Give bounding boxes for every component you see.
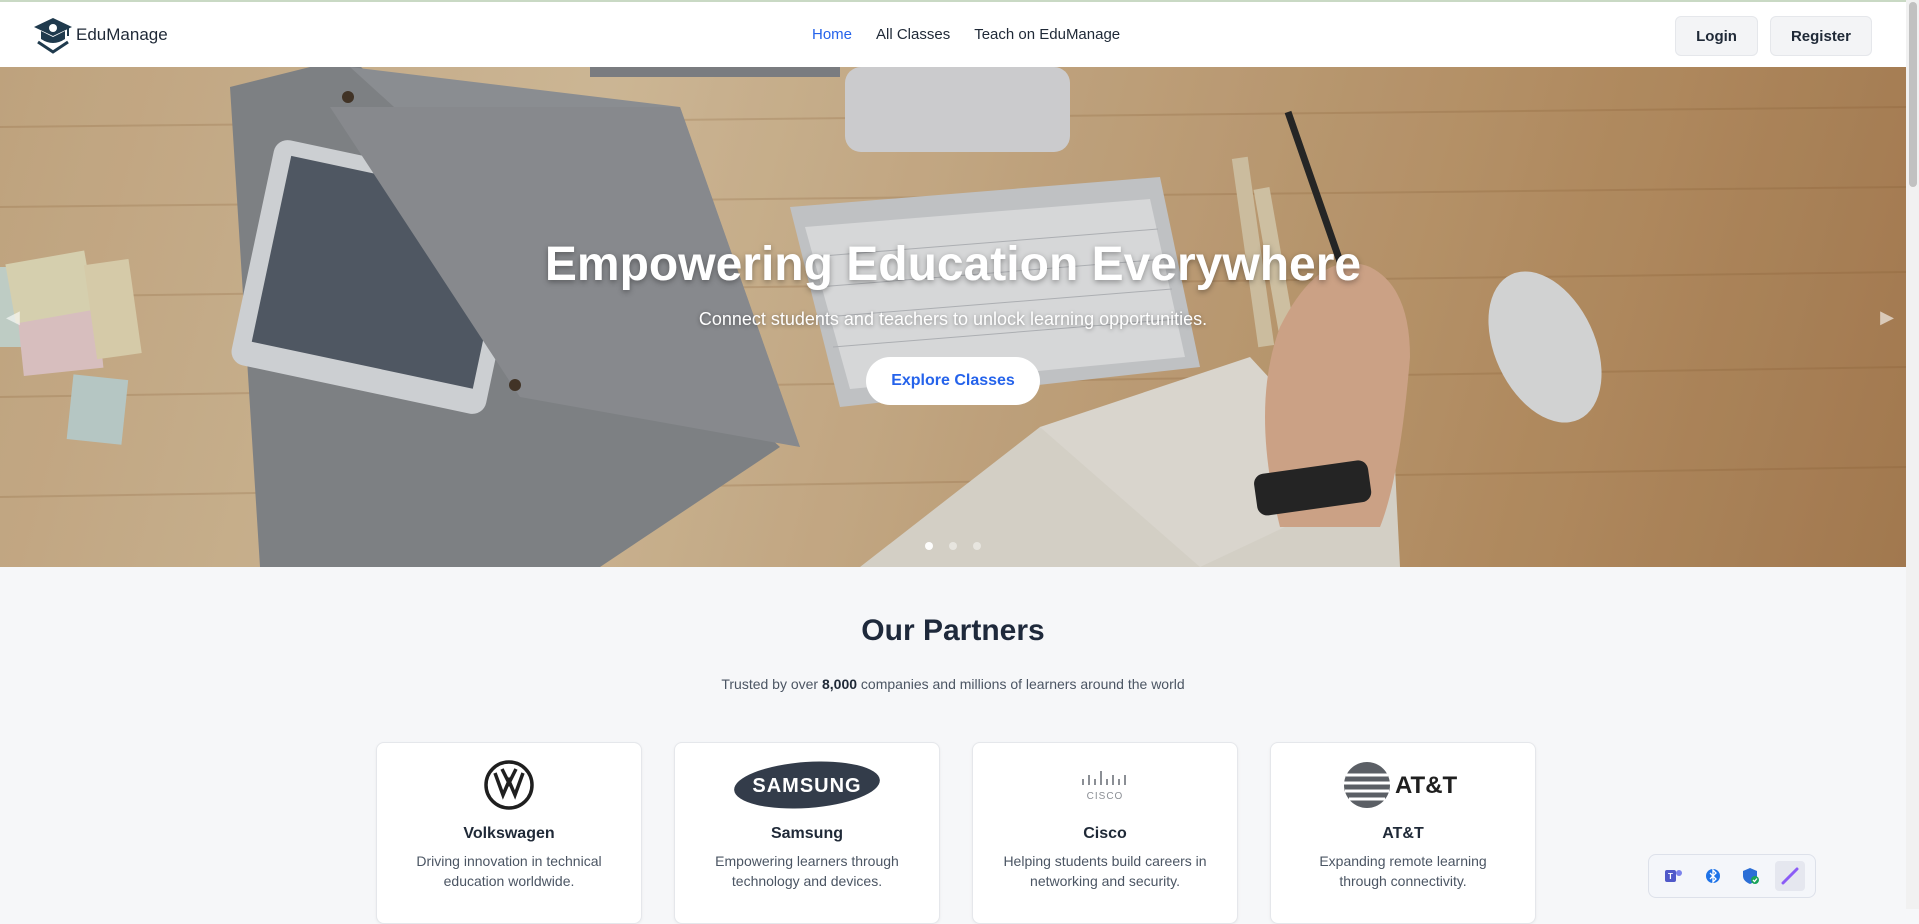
partner-cards: Volkswagen Driving innovation in technic… <box>376 742 1536 924</box>
volkswagen-logo-icon <box>377 757 641 813</box>
svg-text:T: T <box>1668 872 1673 881</box>
explore-classes-button[interactable]: Explore Classes <box>866 357 1040 405</box>
carousel-dots <box>925 542 981 550</box>
brand-name: EduManage <box>76 25 168 44</box>
auth-buttons: Login Register <box>1675 16 1872 56</box>
partners-count: 8,000 <box>821 676 858 692</box>
partners-subtitle-pre: Trusted by over <box>721 676 822 692</box>
partner-desc: Driving innovation in technical educatio… <box>416 853 602 889</box>
cisco-logo-text: CISCO <box>1087 791 1124 802</box>
partner-card-samsung: SAMSUNG Samsung Empowering learners thro… <box>674 742 940 924</box>
carousel-dot-1[interactable] <box>925 542 933 550</box>
partner-name: Samsung <box>770 825 843 842</box>
navbar: EduManage Home All Classes Teach on EduM… <box>0 2 1906 68</box>
pen-icon[interactable] <box>1774 861 1805 891</box>
partner-name: Cisco <box>1083 825 1127 842</box>
nav-home[interactable]: Home <box>812 26 852 43</box>
att-logo-icon: AT&T <box>1271 757 1535 813</box>
graduation-cap-logo-icon <box>34 18 72 54</box>
register-button[interactable]: Register <box>1769 16 1872 56</box>
partners-title: Our Partners <box>861 614 1045 647</box>
nav-all-classes[interactable]: All Classes <box>876 26 950 43</box>
carousel-dot-2[interactable] <box>949 542 957 550</box>
hero-carousel: ◀ ▶ Empowering Education Everywhere Conn… <box>0 67 1906 567</box>
partner-name: Volkswagen <box>463 825 555 842</box>
login-button[interactable]: Login <box>1675 16 1758 56</box>
page-scrollbar[interactable] <box>1906 0 1919 909</box>
main-nav: Home All Classes Teach on EduManage <box>812 26 1120 43</box>
bluetooth-icon[interactable] <box>1698 861 1728 891</box>
partner-card-cisco: CISCO Cisco Helping students build caree… <box>972 742 1238 924</box>
partners-subtitle-post: companies and millions of learners aroun… <box>857 676 1185 692</box>
partner-card-volkswagen: Volkswagen Driving innovation in technic… <box>376 742 642 924</box>
partner-card-att: AT&T AT&T Expanding remote learning thro… <box>1270 742 1536 924</box>
scrollbar-thumb[interactable] <box>1909 2 1917 187</box>
partner-desc: Empowering learners through technology a… <box>715 853 899 889</box>
cisco-logo-icon: CISCO <box>973 757 1237 813</box>
partner-desc: Helping students build careers in networ… <box>1003 853 1207 889</box>
hero-title: Empowering Education Everywhere <box>544 238 1362 291</box>
floating-tray: T <box>1648 854 1816 898</box>
carousel-dot-3[interactable] <box>973 542 981 550</box>
security-shield-icon[interactable] <box>1736 861 1766 891</box>
partners-subtitle: Trusted by over 8,000 companies and mill… <box>0 676 1906 692</box>
samsung-logo-icon: SAMSUNG <box>675 757 939 813</box>
nav-teach[interactable]: Teach on EduManage <box>974 26 1120 43</box>
teams-icon[interactable]: T <box>1659 861 1689 891</box>
samsung-logo-text: SAMSUNG <box>752 775 861 797</box>
partner-desc: Expanding remote learning through connec… <box>1319 853 1487 889</box>
att-logo-text: AT&T <box>1395 772 1458 799</box>
hero-subtitle: Connect students and teachers to unlock … <box>698 309 1208 329</box>
brand[interactable]: EduManage <box>32 14 168 56</box>
partner-name: AT&T <box>1382 825 1424 842</box>
